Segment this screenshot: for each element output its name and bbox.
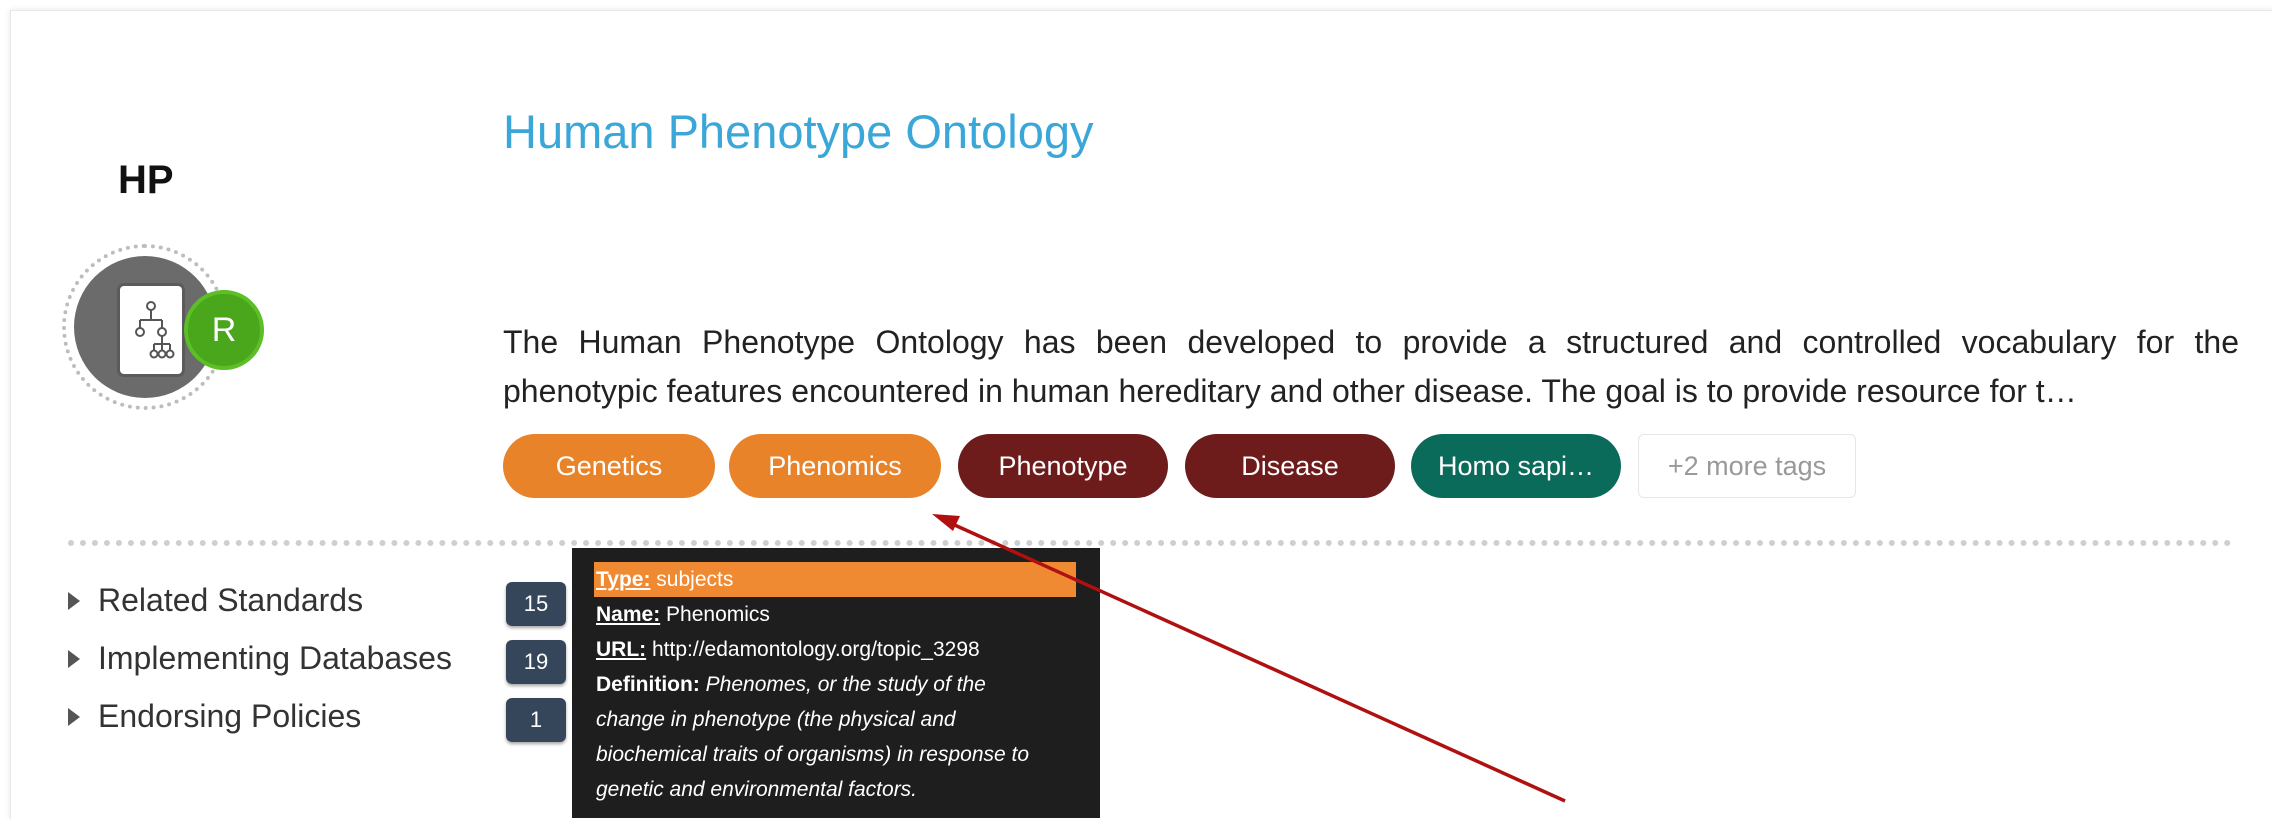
record-title[interactable]: Human Phenotype Ontology <box>503 104 1093 159</box>
tag-phenotype[interactable]: Phenotype <box>958 434 1168 498</box>
endorsing-policies-toggle[interactable]: Endorsing Policies <box>68 698 361 735</box>
tooltip-name-value: Phenomics <box>666 603 770 626</box>
more-tags-button[interactable]: +2 more tags <box>1638 434 1856 498</box>
implementing-databases-count: 19 <box>506 640 566 684</box>
tooltip-name-row: Name: Phenomics <box>596 597 1076 632</box>
record-type-badge: R <box>184 290 264 370</box>
tooltip-name-key: Name: <box>596 603 661 626</box>
tooltip-type-value: subjects <box>656 568 734 591</box>
tooltip-type-key: Type: <box>596 568 651 591</box>
tooltip-definition-key: Definition: <box>596 673 700 696</box>
tooltip-url-key: URL: <box>596 638 647 661</box>
tag-homo-sapiens[interactable]: Homo sapi… <box>1411 434 1621 498</box>
record-description: The Human Phenotype Ontology has been de… <box>503 318 2239 416</box>
tooltip-definition-line: biochemical traits of organisms) in resp… <box>596 743 1030 766</box>
tooltip-definition-row: Definition: Phenomes, or the study of th… <box>596 667 1076 702</box>
caret-right-icon <box>68 707 80 726</box>
tooltip-definition-line: Phenomes, or the study of the <box>705 673 986 696</box>
tooltip-url-row: URL: http://edamontology.org/topic_3298 <box>596 632 1076 667</box>
relation-label: Implementing Databases <box>98 640 452 676</box>
tooltip-url-value[interactable]: http://edamontology.org/topic_3298 <box>652 638 980 661</box>
related-standards-count: 15 <box>506 582 566 626</box>
tag-phenomics[interactable]: Phenomics <box>729 434 941 498</box>
description-line: The Human Phenotype Ontology has been de… <box>503 324 2239 360</box>
caret-right-icon <box>68 649 80 668</box>
tooltip-type-row: Type: subjects <box>594 562 1076 597</box>
relation-label: Related Standards <box>98 582 364 618</box>
ontology-document-icon <box>120 286 182 374</box>
related-standards-toggle[interactable]: Related Standards <box>68 582 363 619</box>
relation-label: Endorsing Policies <box>98 698 362 734</box>
implementing-databases-toggle[interactable]: Implementing Databases <box>68 640 452 677</box>
tooltip-definition-line: change in phenotype (the physical and <box>596 708 956 731</box>
tag-tooltip: Type: subjects Name: Phenomics URL: http… <box>572 548 1100 818</box>
record-abbreviation: HP <box>118 158 174 202</box>
caret-right-icon <box>68 591 80 610</box>
description-line: phenotypic features encountered in human… <box>503 373 2077 409</box>
section-divider <box>68 540 2232 546</box>
tooltip-definition-line: genetic and environmental factors. <box>596 778 918 801</box>
tag-genetics[interactable]: Genetics <box>503 434 715 498</box>
endorsing-policies-count: 1 <box>506 698 566 742</box>
tag-disease[interactable]: Disease <box>1185 434 1395 498</box>
